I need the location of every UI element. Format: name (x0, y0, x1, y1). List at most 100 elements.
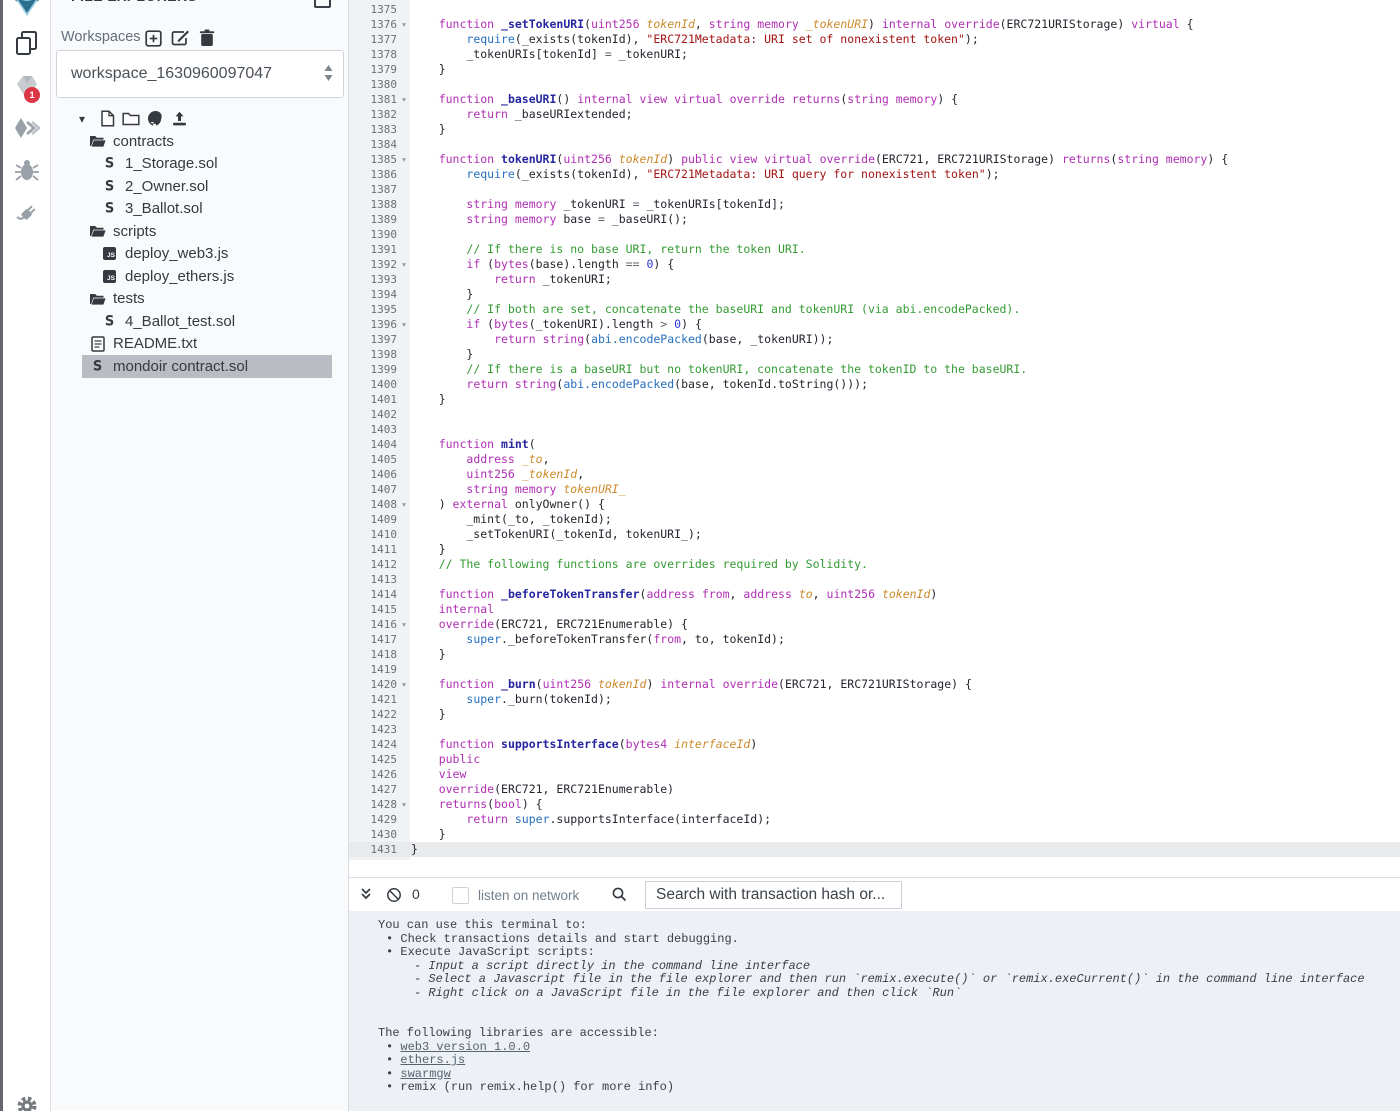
code-line-1377[interactable]: 1377 require(_exists(tokenId), "ERC721Me… (348, 32, 1400, 47)
code-line-1401[interactable]: 1401 } (348, 392, 1400, 407)
new-file-button[interactable] (95, 110, 119, 127)
code-line-1419[interactable]: 1419 (348, 662, 1400, 677)
code-line-1397[interactable]: 1397 return string(abi.encodePacked(base… (348, 332, 1400, 347)
tree-item-1-storage-sol[interactable]: S1_Storage.sol (51, 153, 348, 176)
panel-menu-icon[interactable] (314, 0, 331, 8)
code-line-1400[interactable]: 1400 return string(abi.encodePacked(base… (348, 377, 1400, 392)
tree-item-readme-txt[interactable]: README.txt (51, 333, 348, 356)
fold-caret-icon[interactable]: ▾ (397, 257, 411, 272)
code-line-1389[interactable]: 1389 string memory base = _baseURI(); (348, 212, 1400, 227)
new-folder-button[interactable] (119, 111, 143, 126)
transaction-search-input[interactable] (645, 881, 902, 909)
code-line-1375[interactable]: 1375 (348, 2, 1400, 17)
upload-file-button[interactable] (167, 111, 191, 127)
code-line-1381[interactable]: 1381▾ function _baseURI() internal view … (348, 92, 1400, 107)
code-line-1382[interactable]: 1382 return _baseURIextended; (348, 107, 1400, 122)
terminal-line[interactable]: • ethers.js (348, 1054, 1400, 1068)
code-line-1379[interactable]: 1379 } (348, 62, 1400, 77)
code-line-1378[interactable]: 1378 _tokenURIs[tokenId] = _tokenURI; (348, 47, 1400, 62)
tree-item-3-ballot-sol[interactable]: S3_Ballot.sol (51, 198, 348, 221)
code-line-1403[interactable]: 1403 (348, 422, 1400, 437)
code-line-1425[interactable]: 1425 public (348, 752, 1400, 767)
clear-console-icon[interactable] (386, 887, 402, 903)
tree-item-deploy-ethers-js[interactable]: JSdeploy_ethers.js (51, 265, 348, 288)
fold-caret-icon[interactable]: ▾ (397, 797, 411, 812)
tree-item-tests[interactable]: tests (51, 288, 348, 311)
tree-item-contracts[interactable]: contracts (51, 130, 348, 153)
code-line-1395[interactable]: 1395 // If both are set, concatenate the… (348, 302, 1400, 317)
code-line-1383[interactable]: 1383 } (348, 122, 1400, 137)
code-line-1387[interactable]: 1387 (348, 182, 1400, 197)
terminal-line[interactable]: • swarmgw (348, 1068, 1400, 1082)
caret-down-icon[interactable]: ▾ (79, 112, 95, 126)
tree-item-scripts[interactable]: scripts (51, 220, 348, 243)
terminal-collapse-icon[interactable] (360, 887, 372, 901)
clone-github-button[interactable] (143, 110, 167, 127)
terminal-link[interactable]: swarmgw (400, 1067, 450, 1081)
code-line-1392[interactable]: 1392▾ if (bytes(base).length == 0) { (348, 257, 1400, 272)
workspace-select[interactable]: workspace_1630960097047 (56, 50, 344, 98)
fold-caret-icon[interactable]: ▾ (397, 317, 411, 332)
code-line-1428[interactable]: 1428▾ returns(bool) { (348, 797, 1400, 812)
code-line-1431[interactable]: 1431} (348, 842, 1400, 857)
listen-on-network-checkbox[interactable] (452, 887, 469, 904)
code-line-1416[interactable]: 1416▾ override(ERC721, ERC721Enumerable)… (348, 617, 1400, 632)
fold-caret-icon[interactable]: ▾ (397, 497, 411, 512)
code-editor[interactable]: 13751376▾ function _setTokenURI(uint256 … (348, 0, 1400, 877)
code-line-1407[interactable]: 1407 string memory tokenURI_ (348, 482, 1400, 497)
code-line-1429[interactable]: 1429 return super.supportsInterface(inte… (348, 812, 1400, 827)
terminal-link[interactable]: web3 version 1.0.0 (400, 1040, 530, 1054)
code-line-1384[interactable]: 1384 (348, 137, 1400, 152)
code-line-1398[interactable]: 1398 } (348, 347, 1400, 362)
code-line-1408[interactable]: 1408▾ ) external onlyOwner() { (348, 497, 1400, 512)
delete-workspace-button[interactable] (198, 29, 216, 47)
rename-workspace-button[interactable] (171, 29, 189, 47)
terminal-line[interactable]: • web3 version 1.0.0 (348, 1041, 1400, 1055)
code-line-1411[interactable]: 1411 } (348, 542, 1400, 557)
plugin-manager-icon[interactable] (3, 202, 50, 226)
code-line-1393[interactable]: 1393 return _tokenURI; (348, 272, 1400, 287)
code-line-1394[interactable]: 1394 } (348, 287, 1400, 302)
file-explorer-icon[interactable] (3, 30, 50, 56)
code-line-1426[interactable]: 1426 view (348, 767, 1400, 782)
code-line-1421[interactable]: 1421 super._burn(tokenId); (348, 692, 1400, 707)
code-line-1396[interactable]: 1396▾ if (bytes(_tokenURI).length > 0) { (348, 317, 1400, 332)
code-line-1404[interactable]: 1404 function mint( (348, 437, 1400, 452)
code-line-1430[interactable]: 1430 } (348, 827, 1400, 842)
code-line-1409[interactable]: 1409 _mint(_to, _tokenId); (348, 512, 1400, 527)
code-line-1380[interactable]: 1380 (348, 77, 1400, 92)
create-workspace-button[interactable] (144, 29, 162, 47)
code-line-1386[interactable]: 1386 require(_exists(tokenId), "ERC721Me… (348, 167, 1400, 182)
settings-gear-icon[interactable] (3, 1094, 50, 1111)
debugger-icon[interactable] (3, 159, 50, 183)
code-line-1376[interactable]: 1376▾ function _setTokenURI(uint256 toke… (348, 17, 1400, 32)
code-line-1402[interactable]: 1402 (348, 407, 1400, 422)
code-line-1390[interactable]: 1390 (348, 227, 1400, 242)
code-line-1417[interactable]: 1417 super._beforeTokenTransfer(from, to… (348, 632, 1400, 647)
code-line-1391[interactable]: 1391 // If there is no base URI, return … (348, 242, 1400, 257)
fold-caret-icon[interactable]: ▾ (397, 617, 411, 632)
code-line-1424[interactable]: 1424 function supportsInterface(bytes4 i… (348, 737, 1400, 752)
code-line-1427[interactable]: 1427 override(ERC721, ERC721Enumerable) (348, 782, 1400, 797)
code-line-1412[interactable]: 1412 // The following functions are over… (348, 557, 1400, 572)
code-line-1422[interactable]: 1422 } (348, 707, 1400, 722)
code-line-1413[interactable]: 1413 (348, 572, 1400, 587)
code-line-1418[interactable]: 1418 } (348, 647, 1400, 662)
fold-caret-icon[interactable]: ▾ (397, 677, 411, 692)
tree-item-deploy-web3-js[interactable]: JSdeploy_web3.js (51, 243, 348, 266)
code-line-1385[interactable]: 1385▾ function tokenURI(uint256 tokenId)… (348, 152, 1400, 167)
code-line-1415[interactable]: 1415 internal (348, 602, 1400, 617)
code-line-1388[interactable]: 1388 string memory _tokenURI = _tokenURI… (348, 197, 1400, 212)
code-line-1423[interactable]: 1423 (348, 722, 1400, 737)
code-line-1420[interactable]: 1420▾ function _burn(uint256 tokenId) in… (348, 677, 1400, 692)
deploy-run-icon[interactable] (3, 117, 50, 141)
fold-caret-icon[interactable]: ▾ (397, 92, 411, 107)
code-line-1399[interactable]: 1399 // If there is a baseURI but no tok… (348, 362, 1400, 377)
code-line-1406[interactable]: 1406 uint256 _tokenId, (348, 467, 1400, 482)
terminal-link[interactable]: ethers.js (400, 1053, 465, 1067)
fold-caret-icon[interactable]: ▾ (397, 17, 411, 32)
tree-item-4-ballot-test-sol[interactable]: S4_Ballot_test.sol (51, 310, 348, 333)
tree-item-mondoir-contract-sol[interactable]: Smondoir contract.sol (51, 355, 348, 378)
code-line-1414[interactable]: 1414 function _beforeTokenTransfer(addre… (348, 587, 1400, 602)
tree-item-2-owner-sol[interactable]: S2_Owner.sol (51, 175, 348, 198)
